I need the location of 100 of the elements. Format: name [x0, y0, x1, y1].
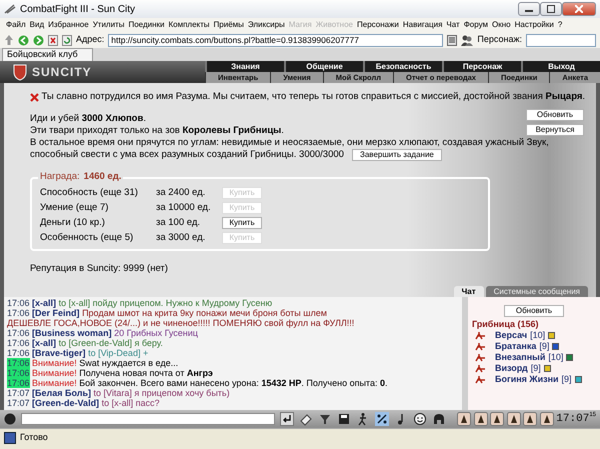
user-level: [10]	[530, 330, 546, 341]
status-text: Готово	[20, 430, 48, 444]
chat-recipient[interactable]: to [x-all]	[102, 398, 134, 408]
alert-label: Внимание!	[32, 368, 77, 378]
menu-item[interactable]: Навигация	[402, 19, 442, 31]
header-nav-link[interactable]: Знания	[205, 61, 284, 72]
side-button[interactable]: Обновить	[526, 109, 584, 121]
user-level: [9]	[562, 374, 572, 385]
chat-tab[interactable]: Системные сообщения	[486, 286, 588, 297]
menu-item[interactable]: Поединки	[128, 19, 164, 31]
header-nav-link[interactable]: Персонаж	[442, 61, 521, 72]
character-dropdown[interactable]	[526, 34, 596, 46]
reward-price: за 3000 ед.	[156, 232, 206, 244]
reward-label: Награда:	[40, 171, 80, 182]
chat-message: ДЕШЕВЛЕ ГОСА,НОВОЕ (24/...) и не чиненое!!!!! ПОМЕНЯЮ свой фулл на ФУЛЛ!!!	[7, 318, 354, 328]
chat-time: 17:06	[7, 308, 30, 318]
eraser-icon[interactable]	[299, 412, 313, 426]
chat-time: 17:07	[7, 388, 30, 398]
chat-sender[interactable]: [x-all]	[32, 338, 56, 348]
user-name[interactable]: Богиня Жизни	[495, 374, 559, 385]
menu-item[interactable]: ?	[558, 19, 562, 31]
reward-name: Умение (еще 7)	[40, 202, 110, 214]
chat-time: 17:06	[7, 298, 30, 308]
chat-sender[interactable]: [Der Feind]	[32, 308, 80, 318]
reward-price: за 100 ед.	[156, 216, 202, 228]
menu-item[interactable]: Чат	[446, 19, 460, 31]
stop-icon[interactable]	[48, 34, 58, 46]
menu-item[interactable]: Приёмы	[214, 19, 244, 31]
user-level: [9]	[530, 363, 541, 374]
chat-sender[interactable]: [Business woman]	[32, 328, 112, 338]
menu-item[interactable]: Окно	[492, 19, 511, 31]
chat-message: я прицепом хочу быть)	[134, 388, 230, 398]
chat-sender[interactable]: [Белая Боль]	[32, 388, 91, 398]
user-level: [10]	[548, 352, 564, 363]
chat-time: 17:06	[7, 358, 30, 368]
user-name[interactable]: Версач	[495, 330, 528, 341]
smiley-icon[interactable]	[413, 412, 427, 426]
user-name[interactable]: Внезапный	[495, 352, 546, 363]
enter-icon[interactable]	[280, 412, 294, 426]
forward-icon[interactable]	[33, 34, 44, 46]
chat-tab[interactable]: Чат	[454, 286, 484, 297]
chat-message: 20 Грибных Гусениц	[114, 328, 198, 338]
window-title: CombatFight III - Sun City	[20, 2, 136, 16]
reward-price: за 2400 ед.	[156, 186, 206, 198]
side-button[interactable]: Вернуться	[526, 124, 584, 136]
shield-icon	[12, 63, 28, 81]
refresh-button[interactable]: Обновить	[504, 305, 564, 317]
room-title: Грибница (156)	[472, 319, 540, 330]
people-icon[interactable]	[461, 34, 474, 46]
chat-input[interactable]	[21, 413, 275, 425]
system-message: Бой закончен. Всего вами нанесено урона: 15432 HP. Получено опыта: 0.	[79, 378, 388, 388]
close-button[interactable]	[562, 2, 596, 16]
reputation-text: Репутация в Suncity: 9999 (нет)	[30, 263, 168, 274]
chat-recipient[interactable]: to [Vip-Dead]	[88, 348, 140, 358]
reward-name: Особенность (еще 5)	[40, 232, 134, 244]
refresh-icon[interactable]	[62, 34, 72, 46]
buy-button[interactable]: Купить	[222, 216, 262, 228]
chat-recipient[interactable]: to [Green-de-Vald]	[58, 338, 132, 348]
quest-text: способный свести с ума всех разумных созданий Грибницы. 3000/3000	[30, 149, 344, 160]
helmet-icon[interactable]	[432, 412, 446, 426]
user-name[interactable]: Братанка	[495, 341, 536, 352]
system-message: Swat нуждается в еде...	[79, 358, 178, 368]
browser-tab[interactable]: Бойцовский клуб	[2, 48, 93, 61]
chat-time: 17:06	[7, 328, 30, 338]
address-field[interactable]: http://suncity.combats.com/buttons.pl?battle=0.913839906207777	[108, 34, 444, 46]
chat-recipient[interactable]: to [Vitara]	[94, 388, 132, 398]
back-icon[interactable]	[18, 34, 29, 46]
menu-item[interactable]: Эликсиры	[248, 19, 285, 31]
maximize-button[interactable]	[540, 2, 562, 16]
complete-task-button[interactable]: Завершить задание	[352, 149, 442, 161]
chat-time: 17:07	[7, 398, 30, 408]
menu-item[interactable]: Файл	[6, 19, 26, 31]
chat-message: я беру.	[134, 338, 163, 348]
header-nav-link[interactable]: Общение	[284, 61, 363, 72]
chat-recipient[interactable]: to [x-all]	[58, 298, 90, 308]
user-name[interactable]: Визорд	[495, 363, 528, 374]
menu-item[interactable]: Избранное	[48, 19, 89, 31]
percent-icon[interactable]	[375, 412, 389, 426]
menu-item[interactable]: Вид	[30, 19, 44, 31]
chat-sender[interactable]: [Green-de-Vald]	[32, 398, 100, 408]
header-nav-link[interactable]: Выход	[521, 61, 600, 72]
chat-sender[interactable]: [Brave-tiger]	[32, 348, 86, 358]
filter-icon[interactable]	[318, 412, 332, 426]
chat-message: Продам шмот на крита 9ку понажи мечи броня боты шлем	[82, 308, 327, 318]
menu-item[interactable]: Комплекты	[168, 19, 210, 31]
menu-item[interactable]: Утилиты	[92, 19, 124, 31]
chat-sender[interactable]: [x-all]	[32, 298, 56, 308]
minimize-button[interactable]	[518, 2, 540, 16]
menu-item[interactable]: Настройки	[514, 19, 554, 31]
page-icon[interactable]	[447, 34, 458, 46]
cross-icon	[30, 92, 39, 102]
header-nav-link[interactable]: Безопасность	[363, 61, 442, 72]
menu-item[interactable]: Персонажи	[357, 19, 399, 31]
clock-time: 17:07	[556, 412, 590, 427]
chat-time: 17:06	[7, 348, 30, 358]
close-icon	[575, 5, 583, 13]
menu-item[interactable]: Форум	[464, 19, 488, 31]
system-message: Получена новая почта от Ангрэ	[79, 368, 213, 378]
quest-text: В остальное время они прячутся по углам: невидимые и неосязаемые, они мерзко хлюпают, создавая ужасный Звук,	[30, 137, 549, 148]
game-logo: SUNCITY	[32, 64, 92, 81]
